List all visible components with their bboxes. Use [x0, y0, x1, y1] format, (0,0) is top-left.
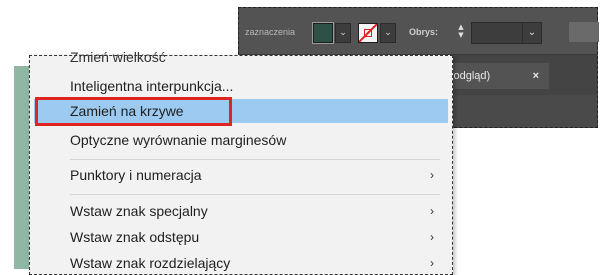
- stroke-dropdown-chevron-down-icon[interactable]: ⌄: [380, 23, 396, 43]
- stroke-color-swatch[interactable]: [358, 23, 378, 43]
- fill-label: zaznaczenia: [245, 27, 296, 37]
- stroke-spinner[interactable]: ▲ ▼: [453, 23, 469, 41]
- submenu-arrow-icon: ›: [430, 256, 434, 270]
- menu-item-label: Zmień wielkość: [70, 49, 166, 65]
- menu-separator: [70, 159, 440, 160]
- control-bar-extra: [569, 22, 599, 42]
- stroke-none-icon: [364, 29, 372, 37]
- menu-item-label: Punktory i numeracja: [70, 167, 202, 183]
- menu-item-smart-punctuation[interactable]: Inteligentna interpunkcja...: [34, 74, 448, 98]
- menu-item-insert-break[interactable]: Wstaw znak rozdzielający ›: [34, 251, 448, 275]
- stroke-label: Obrys:: [409, 27, 439, 37]
- menu-item-insert-whitespace[interactable]: Wstaw znak odstępu ›: [34, 225, 448, 249]
- menu-item-label: Inteligentna interpunkcja...: [70, 78, 234, 94]
- menu-separator: [70, 194, 440, 195]
- submenu-arrow-icon: ›: [430, 168, 434, 182]
- callout-highlight-box: [35, 97, 232, 126]
- menu-item-optical-margin[interactable]: Optyczne wyrównanie marginesów: [34, 128, 448, 152]
- fill-dropdown-chevron-down-icon[interactable]: ⌄: [335, 23, 351, 43]
- submenu-arrow-icon: ›: [430, 230, 434, 244]
- menu-item-label: Wstaw znak odstępu: [70, 229, 200, 245]
- menu-item-label: Optyczne wyrównanie marginesów: [70, 132, 287, 148]
- menu-item-bullets-numbering[interactable]: Punktory i numeracja ›: [34, 163, 448, 187]
- menu-item-resize[interactable]: Zmień wielkość: [34, 45, 448, 69]
- menu-item-label: Wstaw znak specjalny: [70, 203, 208, 219]
- stroke-weight-input[interactable]: [471, 22, 523, 44]
- stroke-weight-chevron-down-icon[interactable]: ⌄: [522, 22, 542, 44]
- context-menu: Zmień wielkość Inteligentna interpunkcja…: [29, 49, 453, 275]
- fill-color-swatch[interactable]: [312, 22, 334, 44]
- submenu-arrow-icon: ›: [430, 204, 434, 218]
- menu-item-insert-special-char[interactable]: Wstaw znak specjalny ›: [34, 199, 448, 223]
- tab-close-icon[interactable]: ×: [533, 63, 539, 89]
